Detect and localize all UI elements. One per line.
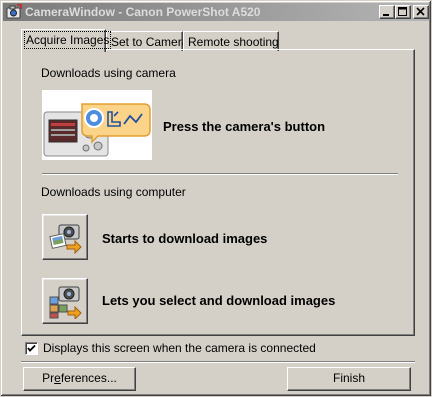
minimize-icon bbox=[383, 14, 389, 16]
start-download-button[interactable] bbox=[42, 214, 88, 260]
startup-checkbox[interactable] bbox=[25, 342, 38, 355]
tab-label: Remote shooting bbox=[188, 35, 279, 49]
startup-checkbox-label[interactable]: Displays this screen when the camera is … bbox=[43, 341, 316, 355]
maximize-button[interactable] bbox=[395, 5, 411, 19]
computer-section-heading: Downloads using computer bbox=[41, 185, 186, 199]
tab-set-to-camera[interactable]: Set to Camera bbox=[106, 31, 188, 51]
tab-label: Set to Camera bbox=[111, 35, 189, 49]
finish-button[interactable]: Finish bbox=[287, 367, 411, 391]
camera-window: CameraWindow - Canon PowerShot A520 Acqu… bbox=[0, 0, 432, 397]
camera-select-download-icon bbox=[49, 286, 82, 319]
select-download-label[interactable]: Lets you select and download images bbox=[102, 293, 335, 308]
preferences-label-start: Pr bbox=[42, 371, 55, 385]
preferences-mnemonic: e bbox=[54, 371, 61, 385]
start-download-label[interactable]: Starts to download images bbox=[102, 231, 267, 246]
camera-back-icon bbox=[42, 90, 152, 160]
title-bar[interactable]: CameraWindow - Canon PowerShot A520 bbox=[3, 3, 429, 21]
minimize-button[interactable] bbox=[379, 5, 395, 19]
camerawindow-app-icon bbox=[6, 4, 22, 19]
tab-acquire-images[interactable]: Acquire Images bbox=[21, 29, 112, 52]
footer-divider bbox=[21, 361, 415, 363]
camera-download-icon bbox=[49, 224, 82, 255]
preferences-button[interactable]: Preferences... bbox=[23, 367, 136, 391]
tab-remote-shooting[interactable]: Remote shooting bbox=[183, 31, 279, 51]
window-title: CameraWindow - Canon PowerShot A520 bbox=[25, 5, 261, 19]
finish-label: Finish bbox=[332, 371, 365, 385]
camera-section-heading: Downloads using camera bbox=[41, 66, 176, 80]
camera-button-instruction: Press the camera's button bbox=[163, 119, 326, 134]
acquire-images-panel: Downloads using camera Press the camera'… bbox=[21, 49, 415, 336]
preferences-label-end: ferences... bbox=[60, 371, 117, 385]
tab-label: Acquire Images bbox=[23, 31, 112, 49]
close-icon bbox=[416, 7, 425, 16]
checkmark-icon bbox=[27, 344, 36, 352]
section-divider bbox=[42, 173, 398, 175]
maximize-icon bbox=[398, 7, 407, 16]
camera-button-illustration bbox=[42, 90, 152, 160]
close-button[interactable] bbox=[413, 5, 429, 19]
select-download-button[interactable] bbox=[42, 278, 88, 324]
